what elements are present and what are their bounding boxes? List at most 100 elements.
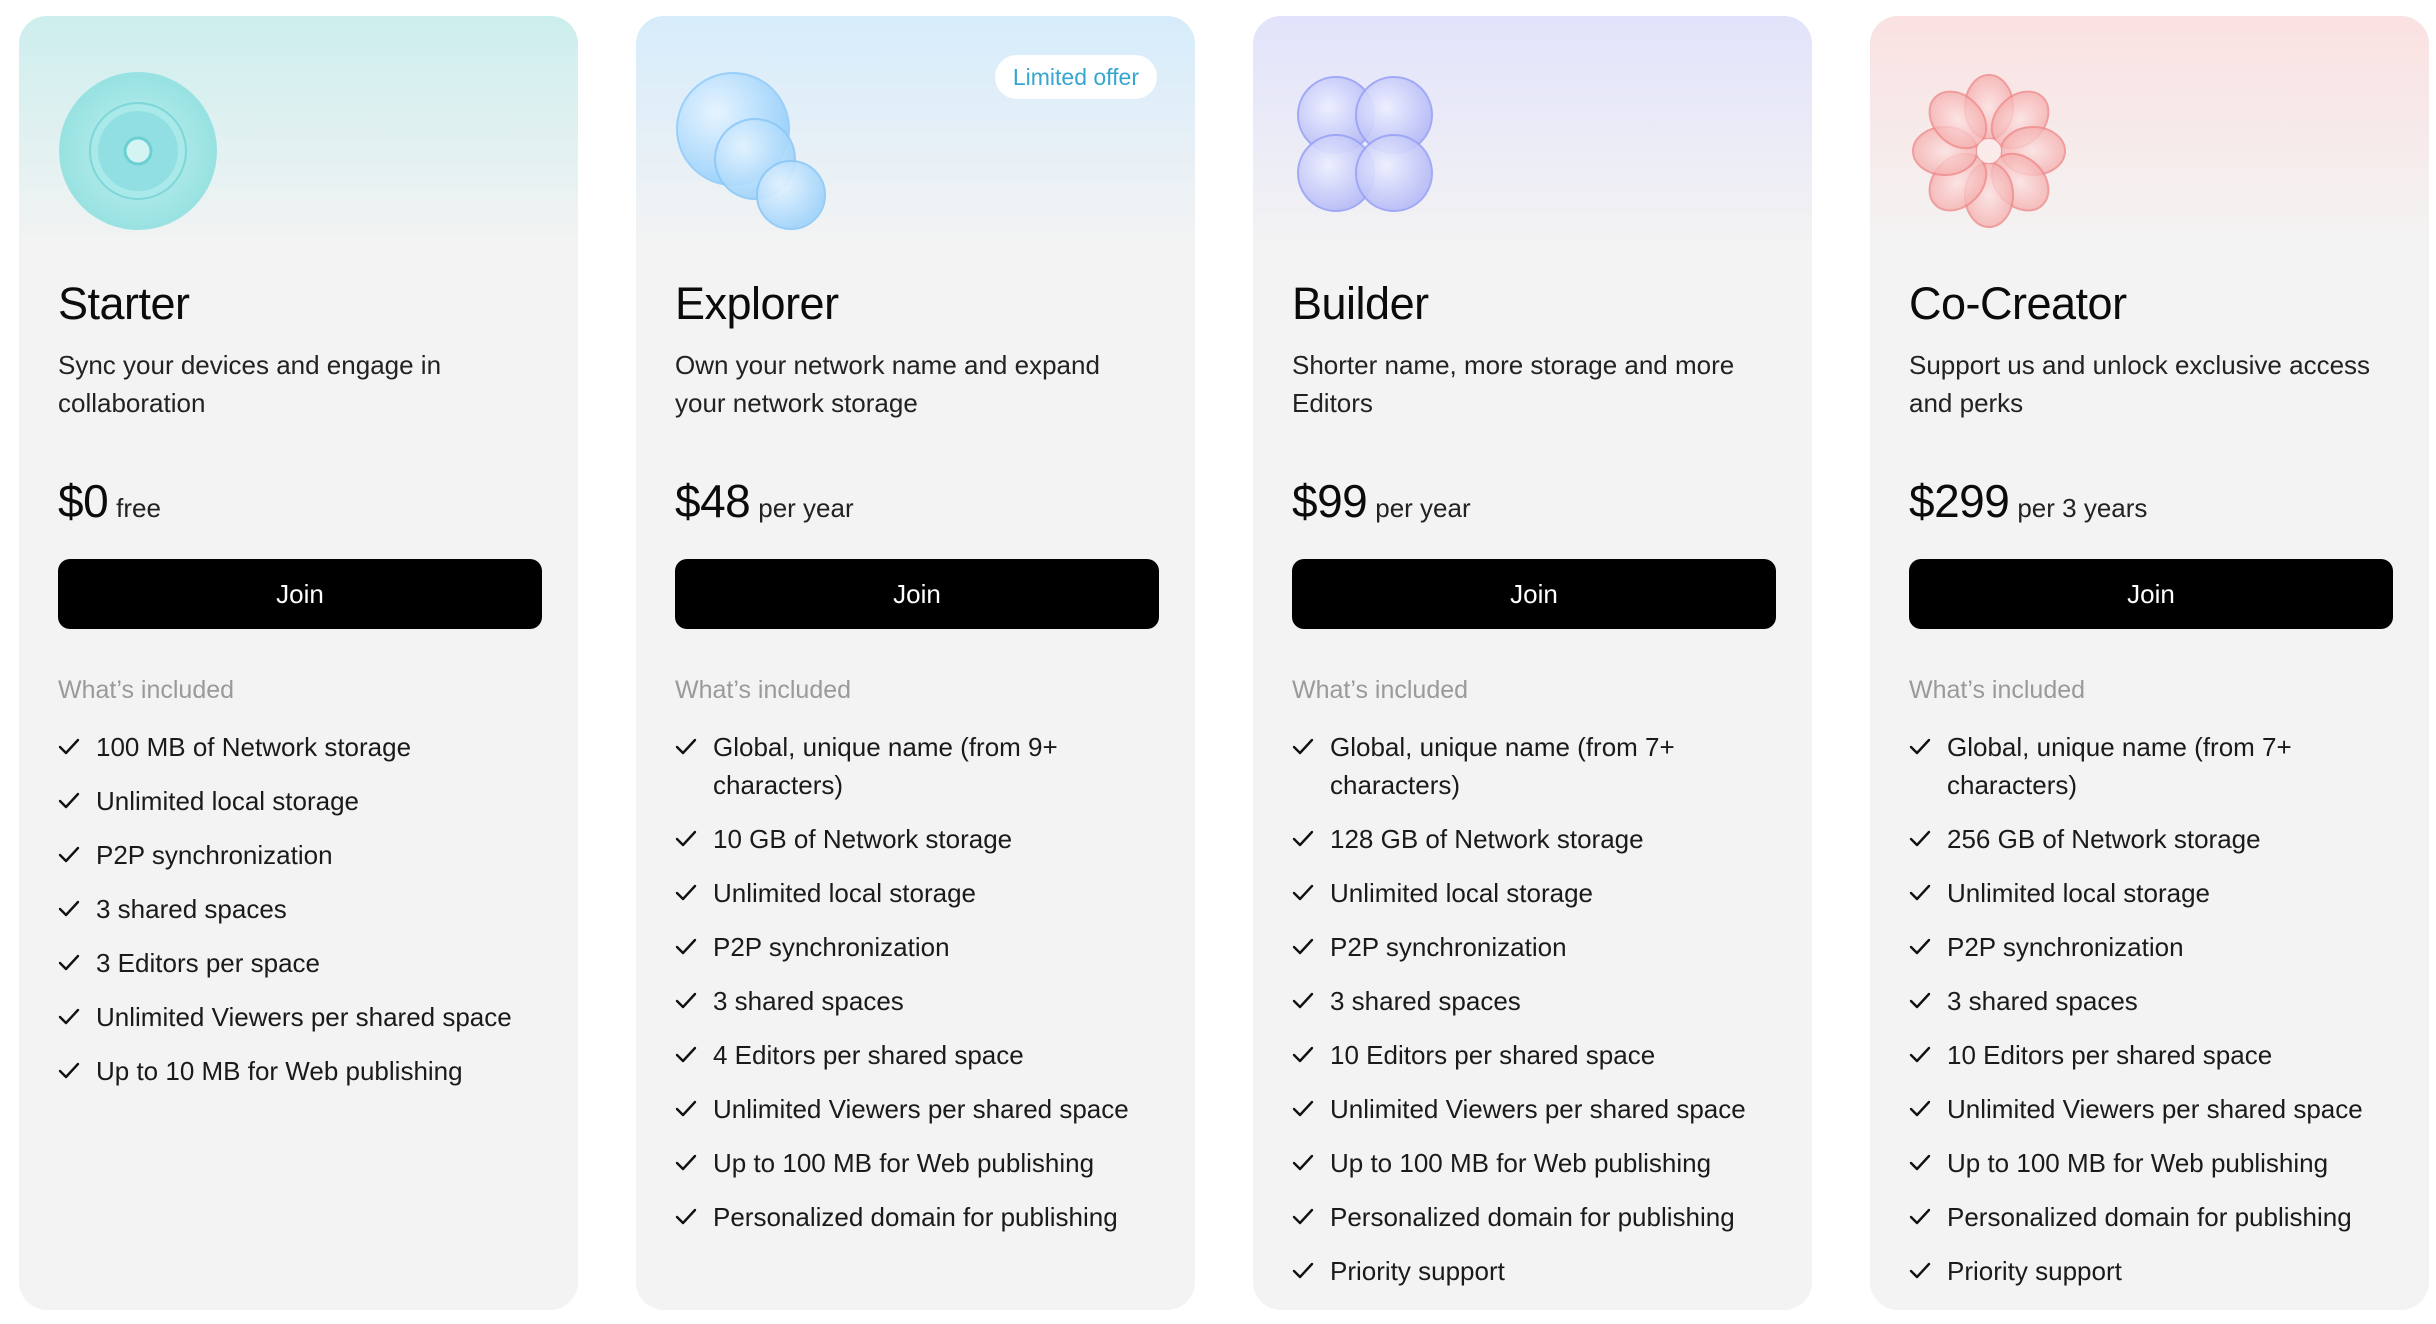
join-button[interactable]: Join — [1292, 559, 1776, 629]
feature-item: Unlimited local storage — [58, 782, 558, 820]
price-period: per year — [758, 493, 854, 523]
feature-item: 10 Editors per shared space — [1909, 1036, 2409, 1074]
plan-price: $99 per year — [1292, 474, 1471, 528]
feature-text: 3 shared spaces — [1947, 986, 2138, 1016]
feature-item: Up to 100 MB for Web publishing — [675, 1144, 1175, 1182]
plan-card-co-creator: Co-Creator Support us and unlock exclusi… — [1870, 16, 2429, 1310]
check-icon — [1909, 1046, 1931, 1063]
pricing-page: Starter Sync your devices and engage in … — [0, 0, 2436, 1324]
check-icon — [1292, 992, 1314, 1009]
feature-item: Up to 100 MB for Web publishing — [1909, 1144, 2409, 1182]
feature-item: Priority support — [1909, 1252, 2409, 1290]
check-icon — [675, 992, 697, 1009]
feature-text: P2P synchronization — [1947, 932, 2184, 962]
feature-item: Unlimited Viewers per shared space — [1909, 1090, 2409, 1128]
price-period: free — [116, 493, 161, 523]
feature-text: Global, unique name (from 7+ characters) — [1947, 732, 2292, 800]
check-icon — [58, 792, 80, 809]
feature-list: Global, unique name (from 7+ characters)… — [1909, 728, 2409, 1306]
feature-text: 3 shared spaces — [96, 894, 287, 924]
check-icon — [1909, 938, 1931, 955]
feature-item: 256 GB of Network storage — [1909, 820, 2409, 858]
plan-price: $48 per year — [675, 474, 854, 528]
feature-item: 3 shared spaces — [58, 890, 558, 928]
feature-item: Global, unique name (from 9+ characters) — [675, 728, 1175, 804]
check-icon — [58, 954, 80, 971]
feature-item: P2P synchronization — [675, 928, 1175, 966]
included-heading: What’s included — [675, 676, 852, 704]
feature-item: 3 Editors per space — [58, 944, 558, 982]
feature-item: Personalized domain for publishing — [1909, 1198, 2409, 1236]
feature-text: Up to 100 MB for Web publishing — [1330, 1148, 1712, 1178]
feature-item: 3 shared spaces — [1909, 982, 2409, 1020]
join-button[interactable]: Join — [1909, 559, 2393, 629]
check-icon — [1292, 738, 1314, 755]
check-icon — [1292, 1208, 1314, 1225]
feature-text: 10 GB of Network storage — [713, 824, 1013, 854]
plan-description: Shorter name, more storage and more Edit… — [1292, 350, 1735, 418]
feature-text: Unlimited local storage — [713, 878, 977, 908]
check-icon — [675, 938, 697, 955]
feature-text: 10 Editors per shared space — [1330, 1040, 1656, 1070]
check-icon — [1909, 884, 1931, 901]
feature-text: 3 Editors per space — [96, 948, 321, 978]
check-icon — [675, 884, 697, 901]
check-icon — [1292, 1154, 1314, 1171]
feature-item: Priority support — [1292, 1252, 1792, 1290]
feature-text: Up to 10 MB for Web publishing — [96, 1056, 463, 1086]
plan-price: $0 free — [58, 474, 161, 528]
check-icon — [1909, 1100, 1931, 1117]
feature-text: Global, unique name (from 9+ characters) — [713, 732, 1058, 800]
feature-list: Global, unique name (from 7+ characters)… — [1292, 728, 1792, 1306]
price-period: per year — [1375, 493, 1471, 523]
feature-item: 10 Editors per shared space — [1292, 1036, 1792, 1074]
join-button[interactable]: Join — [58, 559, 542, 629]
check-icon — [1909, 992, 1931, 1009]
feature-text: 100 MB of Network storage — [96, 732, 412, 762]
included-heading: What’s included — [1292, 676, 1469, 704]
price-period: per 3 years — [2017, 493, 2148, 523]
plan-card-explorer: Limited offer Explorer Own your network … — [636, 16, 1195, 1310]
feature-text: Up to 100 MB for Web publishing — [1947, 1148, 2329, 1178]
included-heading: What’s included — [1909, 676, 2086, 704]
feature-item: 128 GB of Network storage — [1292, 820, 1792, 858]
feature-text: P2P synchronization — [713, 932, 950, 962]
feature-text: Personalized domain for publishing — [1947, 1202, 2352, 1232]
feature-text: Unlimited Viewers per shared space — [1330, 1094, 1746, 1124]
feature-text: Personalized domain for publishing — [1330, 1202, 1735, 1232]
plan-description: Support us and unlock exclusive access a… — [1909, 350, 2371, 418]
check-icon — [1909, 830, 1931, 847]
check-icon — [1292, 1046, 1314, 1063]
feature-text: Personalized domain for publishing — [713, 1202, 1118, 1232]
feature-item: 100 MB of Network storage — [58, 728, 558, 766]
check-icon — [58, 1062, 80, 1079]
feature-item: Global, unique name (from 7+ characters) — [1292, 728, 1792, 804]
check-icon — [58, 900, 80, 917]
check-icon — [675, 738, 697, 755]
feature-text: 128 GB of Network storage — [1330, 824, 1644, 854]
feature-text: 256 GB of Network storage — [1947, 824, 2261, 854]
check-icon — [1292, 884, 1314, 901]
plan-name: Explorer — [675, 278, 839, 329]
included-heading: What’s included — [58, 676, 235, 704]
join-button[interactable]: Join — [675, 559, 1159, 629]
check-icon — [1292, 1262, 1314, 1279]
feature-item: Unlimited local storage — [1909, 874, 2409, 912]
check-icon — [1909, 738, 1931, 755]
feature-item: P2P synchronization — [1292, 928, 1792, 966]
four-circles-icon — [1292, 71, 1452, 231]
check-icon — [1909, 1154, 1931, 1171]
plan-card-builder: Builder Shorter name, more storage and m… — [1253, 16, 1812, 1310]
flower-icon — [1909, 71, 2069, 231]
feature-item: Unlimited local storage — [675, 874, 1175, 912]
price-amount: $299 — [1909, 475, 2010, 527]
feature-item: Personalized domain for publishing — [1292, 1198, 1792, 1236]
check-icon — [675, 1100, 697, 1117]
feature-item: Up to 10 MB for Web publishing — [58, 1052, 558, 1090]
feature-item: P2P synchronization — [58, 836, 558, 874]
feature-text: Priority support — [1947, 1256, 2122, 1286]
concentric-circles-icon — [58, 71, 218, 231]
overlapping-bubbles-icon — [675, 71, 835, 231]
feature-item: 10 GB of Network storage — [675, 820, 1175, 858]
feature-text: Unlimited Viewers per shared space — [96, 1002, 512, 1032]
